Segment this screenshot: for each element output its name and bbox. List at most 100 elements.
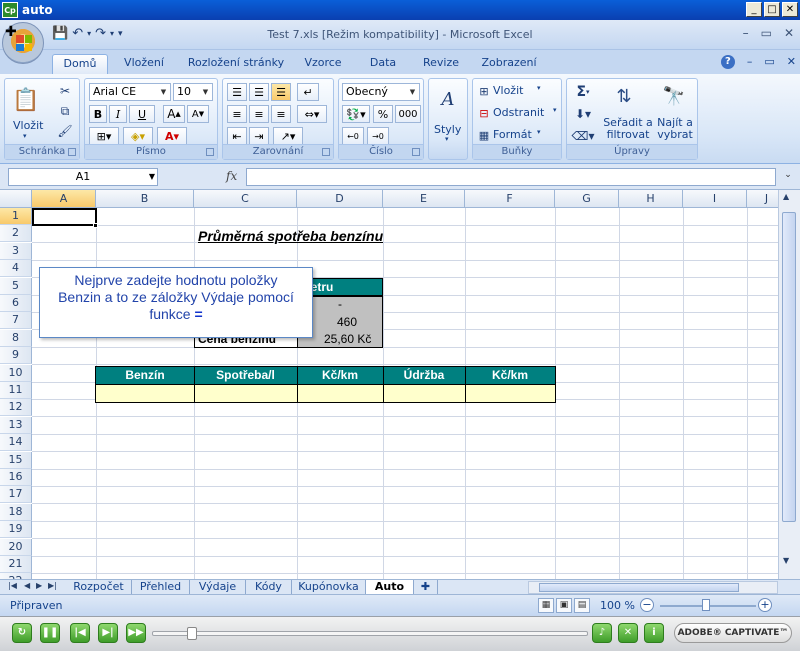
align-center-icon[interactable]: ≡: [249, 105, 269, 123]
help-icon[interactable]: ?: [720, 55, 735, 69]
row-header[interactable]: 13: [0, 416, 32, 434]
tab-view[interactable]: Zobrazení: [476, 54, 542, 74]
delete-dropdown-icon[interactable]: ▾: [553, 106, 557, 114]
clear-icon[interactable]: ⌫▾: [571, 127, 595, 145]
last-sheet-icon[interactable]: ▶|: [48, 581, 57, 590]
worksheet-grid[interactable]: A B C D E F G H I J 1 2 3 4 5 6 7 8 9 10 11 12 13 14 1…: [0, 190, 778, 579]
first-sheet-icon[interactable]: |◀: [8, 581, 17, 590]
merge-center-icon[interactable]: ⇔▾: [297, 105, 327, 123]
wrap-text-icon[interactable]: ↵: [297, 83, 319, 101]
fill-color-icon[interactable]: ◈▾: [123, 127, 153, 145]
fill-icon[interactable]: ⬇▾: [571, 105, 595, 123]
formula-input[interactable]: [246, 168, 776, 186]
info-icon[interactable]: i: [644, 623, 664, 643]
name-box[interactable]: A1 ▼: [8, 168, 158, 186]
row-header[interactable]: 7: [0, 312, 32, 330]
insert-cells-icon[interactable]: ⊞: [477, 84, 491, 98]
tab-page-layout[interactable]: Rozložení stránky: [184, 54, 288, 74]
pause-icon[interactable]: ❚❚: [40, 623, 60, 643]
row-header[interactable]: 3: [0, 242, 32, 260]
row-header[interactable]: 18: [0, 503, 32, 521]
excel-restore-icon[interactable]: ▭: [761, 26, 772, 40]
align-left-icon[interactable]: ≡: [227, 105, 247, 123]
column-header[interactable]: J: [747, 190, 778, 208]
undo-dropdown-icon[interactable]: ▾: [87, 29, 91, 38]
styles-group[interactable]: A Styly ▾: [428, 78, 468, 160]
zoom-level[interactable]: 100 %: [600, 599, 635, 612]
select-all-corner[interactable]: [0, 190, 32, 208]
tab-review[interactable]: Revize: [418, 54, 464, 74]
exit-icon[interactable]: ✕: [618, 623, 638, 643]
scroll-down-icon[interactable]: ▼: [783, 556, 789, 565]
thousands-separator-button[interactable]: 000: [395, 105, 421, 123]
column-header[interactable]: B: [96, 190, 194, 208]
accounting-format-icon[interactable]: 💱▾: [342, 105, 370, 123]
decrease-indent-icon[interactable]: ⇤: [227, 127, 247, 145]
sheet-tab-auto[interactable]: Auto: [366, 580, 414, 595]
borders-icon[interactable]: ⊞▾: [89, 127, 119, 145]
tab-formulas[interactable]: Vzorce: [298, 54, 348, 74]
forward-icon[interactable]: ▶|: [98, 623, 118, 643]
autosum-icon[interactable]: Σ ▾: [571, 83, 595, 101]
insert-function-icon[interactable]: fx: [226, 169, 237, 183]
sheet-tab-kuponovka[interactable]: Kupónovka: [292, 580, 366, 595]
sort-filter-button[interactable]: Seřadit a filtrovat: [603, 117, 653, 141]
zoom-out-icon[interactable]: −: [640, 598, 654, 612]
page-layout-view-icon[interactable]: ▣: [556, 598, 572, 613]
excel-close-icon[interactable]: ✕: [784, 26, 794, 40]
normal-view-icon[interactable]: ▦: [538, 598, 554, 613]
ribbon-minimize-icon[interactable]: –: [747, 55, 753, 69]
horizontal-scrollbar[interactable]: [528, 581, 778, 594]
vertical-scroll-thumb[interactable]: [782, 212, 796, 522]
shrink-font-icon[interactable]: A ▼: [187, 105, 209, 123]
font-name-combo[interactable]: Arial CE ▼: [89, 83, 171, 101]
delete-cells-icon[interactable]: ⊟: [477, 106, 491, 120]
active-cell-a1[interactable]: [32, 208, 97, 226]
column-header[interactable]: H: [619, 190, 683, 208]
close-button[interactable]: ✕: [782, 2, 798, 17]
page-break-view-icon[interactable]: ▤: [574, 598, 590, 613]
percent-button[interactable]: %: [373, 105, 393, 123]
tab-insert[interactable]: Vložení: [116, 54, 172, 74]
zoom-slider-knob[interactable]: [702, 599, 710, 611]
column-header[interactable]: C: [194, 190, 297, 208]
tab-home[interactable]: Domů: [52, 54, 108, 74]
undo-icon[interactable]: ↶: [72, 26, 83, 41]
font-size-dropdown-icon[interactable]: ▼: [200, 85, 211, 99]
sheet-tab-rozpocet[interactable]: Rozpočet: [66, 580, 132, 595]
ribbon-restore-icon[interactable]: ▭: [764, 55, 774, 69]
row-header[interactable]: 1: [0, 208, 32, 225]
row-header[interactable]: 21: [0, 556, 32, 573]
sheet-tab-vydaje[interactable]: Výdaje: [190, 580, 246, 595]
font-name-dropdown-icon[interactable]: ▼: [158, 85, 169, 99]
cut-icon[interactable]: ✂: [57, 83, 73, 99]
name-box-dropdown-icon[interactable]: ▼: [149, 169, 155, 185]
find-select-button[interactable]: Najít a vybrat: [653, 117, 697, 141]
row-header[interactable]: 20: [0, 538, 32, 556]
row-header[interactable]: 15: [0, 451, 32, 469]
tab-data[interactable]: Data: [362, 54, 404, 74]
next-sheet-icon[interactable]: ▶: [36, 581, 42, 590]
customize-qat-icon[interactable]: ▾: [118, 29, 123, 39]
row-header[interactable]: 2: [0, 225, 32, 243]
underline-button[interactable]: U: [129, 105, 155, 123]
delete-cells-button[interactable]: Odstranit: [493, 106, 544, 119]
row-header[interactable]: 6: [0, 295, 32, 312]
align-top-icon[interactable]: ☰: [227, 83, 247, 101]
cell-d8[interactable]: 25,60 Kč: [324, 332, 371, 346]
decrease-decimal-icon[interactable]: →0: [367, 127, 389, 145]
prev-sheet-icon[interactable]: ◀: [24, 581, 30, 590]
row-header[interactable]: 12: [0, 399, 32, 417]
row-header[interactable]: 8: [0, 329, 32, 347]
save-icon[interactable]: 💾: [52, 26, 68, 41]
format-dropdown-icon[interactable]: ▾: [537, 128, 541, 136]
paste-button-label[interactable]: Vložit: [13, 119, 43, 132]
row-header[interactable]: 19: [0, 521, 32, 539]
font-color-icon[interactable]: A▾: [157, 127, 187, 145]
rewind-icon[interactable]: ↻: [12, 623, 32, 643]
table-input-row[interactable]: [95, 384, 556, 403]
copy-icon[interactable]: ⧉: [57, 103, 73, 119]
maximize-button[interactable]: □: [764, 2, 780, 17]
column-header[interactable]: E: [383, 190, 465, 208]
sort-filter-icon[interactable]: ⇅: [611, 83, 637, 109]
